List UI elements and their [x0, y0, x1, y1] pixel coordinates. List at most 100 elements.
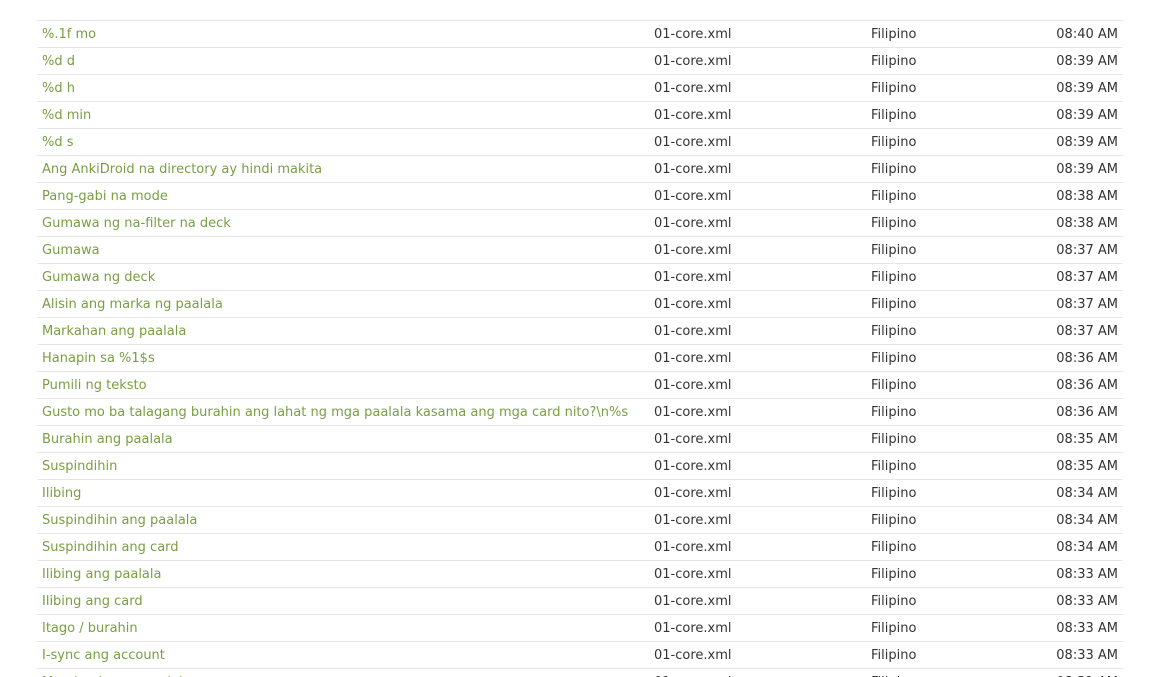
language-cell: Filipino	[871, 614, 1011, 642]
language-cell: Filipino	[871, 479, 1011, 507]
table-row: %d h 01-core.xml Filipino 08:39 AM	[37, 74, 1123, 102]
activity-table: %.1f mo 01-core.xml Filipino 08:40 AM %d…	[37, 0, 1123, 677]
language-cell: Filipino	[871, 317, 1011, 345]
time-cell: 08:37 AM	[1011, 263, 1123, 291]
string-link[interactable]: Ilibing ang card	[42, 594, 143, 609]
string-link[interactable]: Itago / burahin	[42, 621, 138, 636]
string-link[interactable]: %d d	[42, 54, 75, 69]
language-cell: Filipino	[871, 182, 1011, 210]
string-link[interactable]: Burahin ang paalala	[42, 432, 173, 447]
time-cell	[1011, 0, 1123, 21]
string-link[interactable]: %d min	[42, 108, 91, 123]
language-cell: Filipino	[871, 20, 1011, 48]
file-cell: 01-core.xml	[654, 155, 871, 183]
string-cell: Ang AnkiDroid na directory ay hindi maki…	[37, 155, 654, 183]
string-cell: Alisin ang marka ng paalala	[37, 290, 654, 318]
table-row	[37, 0, 1123, 21]
table-row: Ilibing 01-core.xml Filipino 08:34 AM	[37, 479, 1123, 507]
string-cell: Pang-gabi na mode	[37, 182, 654, 210]
string-link[interactable]: Alisin ang marka ng paalala	[42, 297, 223, 312]
file-cell: 01-core.xml	[654, 317, 871, 345]
string-cell: Suspindihin ang card	[37, 533, 654, 561]
string-link[interactable]: Markahan ang paalala	[42, 324, 186, 339]
table-row: Pang-gabi na mode 01-core.xml Filipino 0…	[37, 182, 1123, 210]
file-cell: 01-core.xml	[654, 668, 871, 677]
string-link[interactable]: Suspindihin	[42, 459, 117, 474]
string-link[interactable]: Ilibing	[42, 486, 81, 501]
time-cell: 08:37 AM	[1011, 317, 1123, 345]
language-cell: Filipino	[871, 128, 1011, 156]
string-cell: %d min	[37, 101, 654, 129]
time-cell: 08:34 AM	[1011, 479, 1123, 507]
table-row: Suspindihin 01-core.xml Filipino 08:35 A…	[37, 452, 1123, 480]
string-link[interactable]: Hanapin sa %1$s	[42, 351, 155, 366]
string-link[interactable]: Gumawa ng na-filter na deck	[42, 216, 231, 231]
file-cell: 01-core.xml	[654, 425, 871, 453]
string-link[interactable]: Gumawa	[42, 243, 100, 258]
table-row: Alisin ang marka ng paalala 01-core.xml …	[37, 290, 1123, 318]
language-cell: Filipino	[871, 371, 1011, 399]
time-cell: 08:31 AM	[1011, 668, 1123, 677]
table-row: %d s 01-core.xml Filipino 08:39 AM	[37, 128, 1123, 156]
file-cell: 01-core.xml	[654, 74, 871, 102]
language-cell: Filipino	[871, 155, 1011, 183]
language-cell: Filipino	[871, 506, 1011, 534]
string-link[interactable]: %.1f mo	[42, 27, 96, 42]
table-row: Gumawa ng deck 01-core.xml Filipino 08:3…	[37, 263, 1123, 291]
activity-table-body: %.1f mo 01-core.xml Filipino 08:40 AM %d…	[37, 0, 1123, 677]
string-cell: Hanapin sa %1$s	[37, 344, 654, 372]
string-cell: Gumawa	[37, 236, 654, 264]
table-row: Pumili ng teksto 01-core.xml Filipino 08…	[37, 371, 1123, 399]
string-cell: Gumawa ng na-filter na deck	[37, 209, 654, 237]
language-cell: Filipino	[871, 533, 1011, 561]
time-cell: 08:38 AM	[1011, 182, 1123, 210]
string-cell: Markahan ang paalala	[37, 317, 654, 345]
string-link[interactable]: Ang AnkiDroid na directory ay hindi maki…	[42, 162, 322, 177]
table-row: Magdagdag ng paalala 01-core.xml Filipin…	[37, 668, 1123, 677]
language-cell: Filipino	[871, 47, 1011, 75]
time-cell: 08:36 AM	[1011, 344, 1123, 372]
string-cell: Pumili ng teksto	[37, 371, 654, 399]
string-cell: Suspindihin ang paalala	[37, 506, 654, 534]
string-cell	[37, 0, 654, 21]
file-cell: 01-core.xml	[654, 20, 871, 48]
string-link[interactable]: Pumili ng teksto	[42, 378, 147, 393]
string-link[interactable]: %d h	[42, 81, 75, 96]
time-cell: 08:36 AM	[1011, 371, 1123, 399]
string-cell: Burahin ang paalala	[37, 425, 654, 453]
string-link[interactable]: Ilibing ang paalala	[42, 567, 161, 582]
time-cell: 08:37 AM	[1011, 236, 1123, 264]
table-row: Ang AnkiDroid na directory ay hindi maki…	[37, 155, 1123, 183]
activity-page: %.1f mo 01-core.xml Filipino 08:40 AM %d…	[0, 0, 1154, 677]
file-cell: 01-core.xml	[654, 371, 871, 399]
table-row: Gumawa 01-core.xml Filipino 08:37 AM	[37, 236, 1123, 264]
string-cell: Ilibing ang card	[37, 587, 654, 615]
file-cell: 01-core.xml	[654, 128, 871, 156]
string-cell: Gusto mo ba talagang burahin ang lahat n…	[37, 398, 654, 426]
file-cell: 01-core.xml	[654, 479, 871, 507]
file-cell: 01-core.xml	[654, 263, 871, 291]
string-cell: %d h	[37, 74, 654, 102]
string-cell: %d s	[37, 128, 654, 156]
file-cell: 01-core.xml	[654, 398, 871, 426]
string-cell: Suspindihin	[37, 452, 654, 480]
string-link[interactable]: Gumawa ng deck	[42, 270, 155, 285]
string-link[interactable]: Suspindihin ang paalala	[42, 513, 197, 528]
string-cell: Magdagdag ng paalala	[37, 668, 654, 677]
table-row: %.1f mo 01-core.xml Filipino 08:40 AM	[37, 20, 1123, 48]
time-cell: 08:40 AM	[1011, 20, 1123, 48]
string-link[interactable]: Pang-gabi na mode	[42, 189, 168, 204]
string-link[interactable]: %d s	[42, 135, 74, 150]
time-cell: 08:35 AM	[1011, 452, 1123, 480]
file-cell: 01-core.xml	[654, 506, 871, 534]
time-cell: 08:34 AM	[1011, 533, 1123, 561]
string-link[interactable]: Gusto mo ba talagang burahin ang lahat n…	[42, 405, 628, 420]
table-row: Markahan ang paalala 01-core.xml Filipin…	[37, 317, 1123, 345]
string-link[interactable]: Suspindihin ang card	[42, 540, 179, 555]
file-cell: 01-core.xml	[654, 101, 871, 129]
table-row: Gusto mo ba talagang burahin ang lahat n…	[37, 398, 1123, 426]
string-cell: %.1f mo	[37, 20, 654, 48]
file-cell: 01-core.xml	[654, 344, 871, 372]
string-link[interactable]: I-sync ang account	[42, 648, 165, 663]
time-cell: 08:39 AM	[1011, 128, 1123, 156]
